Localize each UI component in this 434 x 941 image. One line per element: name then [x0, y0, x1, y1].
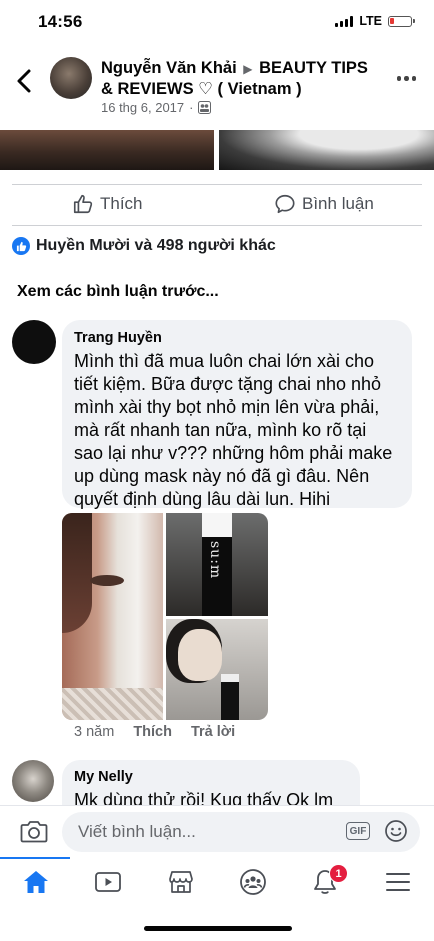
- menu-icon[interactable]: [383, 868, 413, 896]
- like-button[interactable]: Thích: [72, 193, 143, 215]
- comment-like-button[interactable]: Thích: [133, 724, 172, 740]
- author-name[interactable]: Nguyễn Văn Khải: [101, 59, 237, 77]
- avatar[interactable]: [12, 760, 54, 802]
- view-previous-comments-link[interactable]: Xem các bình luận trước...: [17, 283, 219, 301]
- like-reaction-icon: [12, 237, 30, 255]
- comment-text: Mình thì đã mua luôn chai lớn xài cho ti…: [74, 351, 393, 509]
- battery-icon: [388, 15, 415, 27]
- avatar[interactable]: [12, 320, 56, 364]
- video-icon[interactable]: [93, 868, 123, 896]
- camera-icon[interactable]: [20, 818, 48, 844]
- comment-photo-model[interactable]: [166, 619, 268, 720]
- comment-time: 3 năm: [74, 724, 115, 740]
- comment-button[interactable]: Bình luận: [274, 193, 374, 215]
- caret-right-icon: ▶: [243, 62, 253, 76]
- comment-photo-face[interactable]: [62, 513, 163, 720]
- post-image-left[interactable]: [0, 130, 214, 170]
- commenter-name[interactable]: Trang Huyền: [74, 329, 400, 347]
- signal-icon: [335, 15, 354, 27]
- comment-label: Bình luận: [302, 194, 374, 213]
- notification-badge: 1: [329, 864, 348, 883]
- thumbs-up-icon: [73, 194, 93, 214]
- group-icon: [198, 101, 212, 114]
- emoji-icon[interactable]: [384, 819, 408, 843]
- comment-reply-button[interactable]: Trả lời: [191, 724, 235, 740]
- status-indicators: LTE: [335, 14, 415, 28]
- post-title[interactable]: Nguyễn Văn Khải ▶ BEAUTY TIPS & REVIEWS …: [101, 58, 376, 99]
- like-label: Thích: [100, 194, 143, 213]
- post-date[interactable]: 16 thg 6, 2017: [101, 100, 184, 115]
- back-button[interactable]: [14, 68, 36, 94]
- post-meta: 16 thg 6, 2017 ·: [101, 100, 212, 115]
- reactions-text: Huyền Mười và 498 người khác: [36, 237, 276, 254]
- bottle-brand-text: su:m: [207, 541, 223, 580]
- author-avatar[interactable]: [50, 57, 92, 99]
- gif-button[interactable]: GIF: [346, 822, 370, 840]
- status-time: 14:56: [38, 12, 83, 31]
- marketplace-icon[interactable]: [166, 868, 196, 896]
- active-tab-indicator: [0, 857, 70, 859]
- comment-actions: 3 năm Thích Trả lời: [74, 724, 235, 740]
- network-label: LTE: [359, 14, 382, 28]
- comment-photo-collage[interactable]: su:m: [62, 513, 268, 720]
- comment-bubble: Trang Huyền Mình thì đã mua luôn chai lớ…: [62, 320, 412, 509]
- reactions-summary[interactable]: Huyền Mười và 498 người khác: [12, 237, 276, 255]
- commenter-name[interactable]: My Nelly: [74, 768, 348, 786]
- groups-icon[interactable]: [238, 868, 268, 896]
- post-action-bar: Thích Bình luận: [12, 184, 422, 226]
- more-icon[interactable]: [396, 76, 416, 81]
- comment-icon: [275, 194, 295, 214]
- comment-photo-bottle[interactable]: su:m: [166, 513, 268, 616]
- home-icon[interactable]: [21, 868, 51, 896]
- home-indicator: [144, 926, 292, 931]
- post-image-right[interactable]: [219, 130, 434, 170]
